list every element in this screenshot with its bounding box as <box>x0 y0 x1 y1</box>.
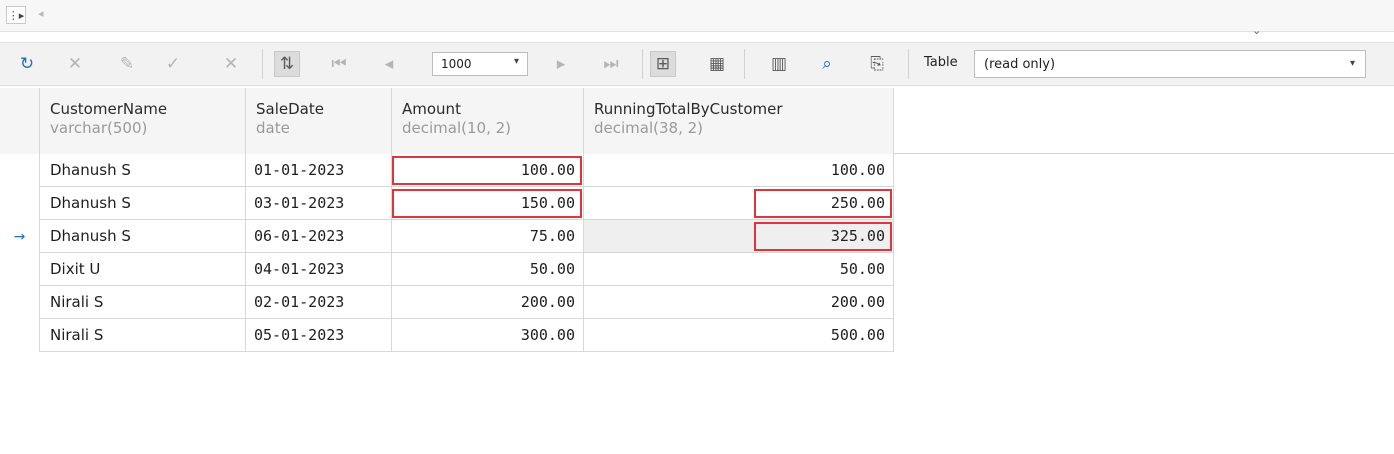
cell-amount[interactable]: 150.00 <box>392 187 584 220</box>
cell-runningtotal[interactable]: 250.00 <box>584 187 894 220</box>
column-name: Amount <box>402 100 461 118</box>
find-icon[interactable]: ⌕ <box>814 51 840 77</box>
column-type: decimal(10, 2) <box>402 119 512 137</box>
cell-amount[interactable]: 200.00 <box>392 286 584 319</box>
cell-amount[interactable]: 75.00 <box>392 220 584 253</box>
toolbar-separator <box>642 49 643 79</box>
cell-customername[interactable]: Nirali S <box>40 286 246 319</box>
cell-customername[interactable]: Dixit U <box>40 253 246 286</box>
toolbar-separator <box>262 49 263 79</box>
row-header[interactable] <box>0 154 40 187</box>
cell-runningtotal[interactable]: 200.00 <box>584 286 894 319</box>
cell-saledate[interactable]: 05-01-2023 <box>246 319 392 352</box>
column-name: SaleDate <box>256 100 324 118</box>
first-page-icon[interactable]: ⏮ <box>326 51 352 77</box>
cell-saledate[interactable]: 02-01-2023 <box>246 286 392 319</box>
results-toolbar: ↻ ✕ ✎ ✓ ✕ ⇅ ⏮ ◂ 1000 ▾ ▸ ⏭ ⊞ ▦ ▥ ⌕ ⎘ Tab… <box>0 42 1394 86</box>
cell-amount[interactable]: 300.00 <box>392 319 584 352</box>
chevron-down-icon[interactable]: ⌄ <box>1252 24 1261 37</box>
table-select-value: (read only) <box>984 56 1056 72</box>
split-view-icon[interactable]: ⋮▸ <box>6 6 26 24</box>
column-header-saledate[interactable]: SaleDate date <box>246 88 392 154</box>
table-label: Table <box>924 55 958 70</box>
scroll-left-icon[interactable]: ◂ <box>38 7 44 20</box>
row-header[interactable] <box>0 253 40 286</box>
cell-amount[interactable]: 100.00 <box>392 154 584 187</box>
export-icon[interactable]: ⎘ <box>864 51 890 77</box>
toolbar-separator <box>908 49 909 79</box>
column-type: varchar(500) <box>50 119 148 137</box>
cell-customername[interactable]: Dhanush S <box>40 187 246 220</box>
cell-saledate[interactable]: 06-01-2023 <box>246 220 392 253</box>
last-page-icon[interactable]: ⏭ <box>598 51 624 77</box>
previous-page-icon[interactable]: ◂ <box>376 51 402 77</box>
cell-saledate[interactable]: 03-01-2023 <box>246 187 392 220</box>
cancel-icon[interactable]: ✕ <box>62 51 88 77</box>
cell-customername[interactable]: Dhanush S <box>40 220 246 253</box>
column-header-customername[interactable]: CustomerName varchar(500) <box>40 88 246 154</box>
column-type: date <box>256 119 290 137</box>
discard-changes-icon[interactable]: ✕ <box>218 51 244 77</box>
columns-icon[interactable]: ▥ <box>766 51 792 77</box>
cell-runningtotal[interactable]: 50.00 <box>584 253 894 286</box>
cell-runningtotal[interactable]: 325.00 <box>584 220 894 253</box>
table-select[interactable]: (read only) ▾ <box>974 50 1366 78</box>
column-header-amount[interactable]: Amount decimal(10, 2) <box>392 88 584 154</box>
refresh-icon[interactable]: ↻ <box>14 51 40 77</box>
dropdown-arrow-icon: ▾ <box>1349 58 1355 69</box>
cell-amount[interactable]: 50.00 <box>392 253 584 286</box>
column-name: RunningTotalByCustomer <box>594 100 783 118</box>
column-type: decimal(38, 2) <box>594 119 704 137</box>
column-header-runningtotal[interactable]: RunningTotalByCustomer decimal(38, 2) <box>584 88 894 154</box>
current-row-arrow-icon[interactable]: → <box>0 220 40 253</box>
cell-runningtotal[interactable]: 100.00 <box>584 154 894 187</box>
apply-changes-icon[interactable]: ✓ <box>160 51 186 77</box>
page-size-value: 1000 <box>441 57 472 71</box>
dropdown-arrow-icon: ▾ <box>513 56 519 67</box>
toolbar-separator <box>744 49 745 79</box>
row-header-corner[interactable] <box>0 88 40 154</box>
column-name: CustomerName <box>50 100 168 118</box>
row-header[interactable] <box>0 319 40 352</box>
grid-header: CustomerName varchar(500) SaleDate date … <box>0 88 1394 154</box>
top-strip: ⋮▸ ◂ ⌄ <box>0 0 1394 37</box>
cell-customername[interactable]: Dhanush S <box>40 154 246 187</box>
cell-customername[interactable]: Nirali S <box>40 319 246 352</box>
card-view-icon[interactable]: ▦ <box>704 51 730 77</box>
fetch-rows-icon[interactable]: ⇅ <box>274 51 300 77</box>
page-size-select[interactable]: 1000 ▾ <box>432 52 528 76</box>
row-header[interactable] <box>0 187 40 220</box>
cell-runningtotal[interactable]: 500.00 <box>584 319 894 352</box>
cell-saledate[interactable]: 04-01-2023 <box>246 253 392 286</box>
cell-saledate[interactable]: 01-01-2023 <box>246 154 392 187</box>
row-header[interactable] <box>0 286 40 319</box>
edit-row-icon[interactable]: ✎ <box>114 51 140 77</box>
grid-view-icon[interactable]: ⊞ <box>650 51 676 77</box>
next-page-icon[interactable]: ▸ <box>548 51 574 77</box>
